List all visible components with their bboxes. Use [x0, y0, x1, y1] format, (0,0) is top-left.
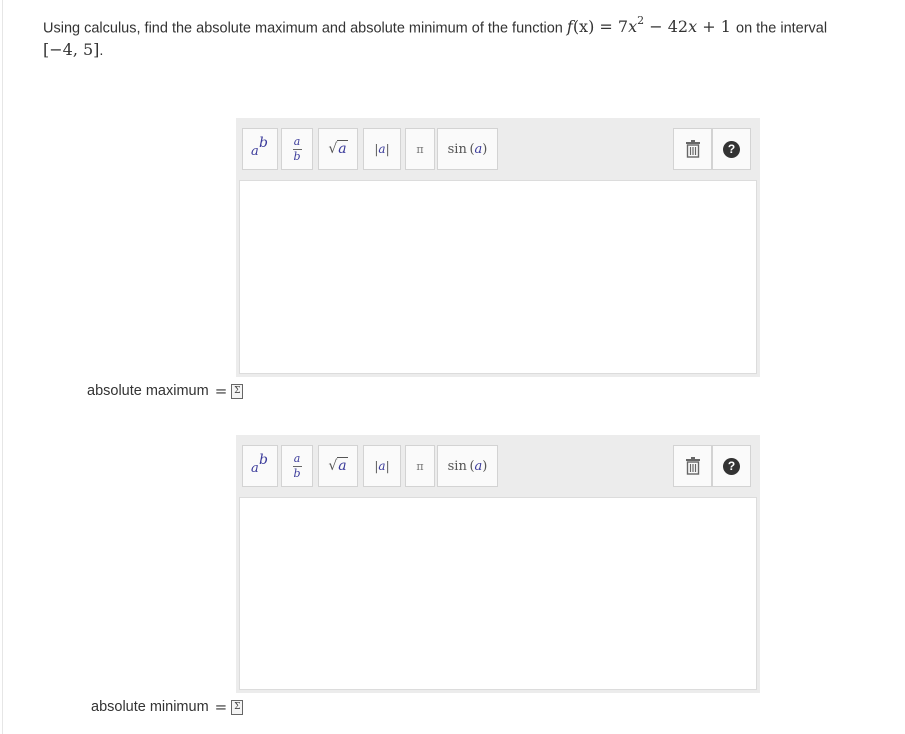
- sin-icon: sin (a): [447, 141, 488, 157]
- fraction-button[interactable]: a b: [281, 445, 313, 487]
- min-answer-input[interactable]: [239, 497, 757, 690]
- help-icon: ?: [723, 457, 740, 475]
- min-answer-editor: a b a b √a |a| π sin (a) ?: [236, 435, 760, 693]
- help-button[interactable]: ?: [712, 128, 751, 170]
- help-button[interactable]: ?: [712, 445, 751, 487]
- sqrt-icon: √a: [328, 140, 348, 157]
- equation-icon[interactable]: Σ: [231, 699, 244, 715]
- superscript-icon: a b: [251, 452, 268, 476]
- abs-icon: |a|: [374, 142, 390, 156]
- fraction-button[interactable]: a b: [281, 128, 313, 170]
- interval-expression: [−4, 5]: [43, 40, 100, 60]
- equation-icon[interactable]: Σ: [231, 383, 244, 399]
- trash-icon: [685, 140, 700, 158]
- sqrt-button[interactable]: √a: [318, 128, 358, 170]
- superscript-icon: a b: [251, 135, 268, 159]
- question-connector: on the interval: [736, 20, 828, 37]
- question-text: Using calculus, find the absolute maximu…: [43, 14, 828, 60]
- max-answer-label: absolute maximum = Σ: [87, 382, 244, 400]
- pi-icon: π: [416, 459, 424, 473]
- fraction-icon: a b: [292, 134, 302, 163]
- max-editor-toolbar: a b a b √a |a| π sin (a) ?: [236, 118, 760, 180]
- pi-button[interactable]: π: [405, 128, 435, 170]
- max-answer-input[interactable]: [239, 180, 757, 374]
- min-answer-label: absolute minimum = Σ: [91, 698, 244, 716]
- pi-icon: π: [416, 142, 424, 156]
- left-divider: [2, 0, 3, 734]
- function-expression: f(x) = 7x2 − 42x + 1: [566, 14, 731, 37]
- sqrt-icon: √a: [328, 457, 348, 474]
- min-editor-toolbar: a b a b √a |a| π sin (a) ?: [236, 435, 760, 497]
- clear-button[interactable]: [673, 128, 712, 170]
- question-intro: Using calculus, find the absolute maximu…: [43, 20, 563, 37]
- sin-button[interactable]: sin (a): [437, 445, 498, 487]
- superscript-button[interactable]: a b: [242, 128, 278, 170]
- sin-button[interactable]: sin (a): [437, 128, 498, 170]
- superscript-button[interactable]: a b: [242, 445, 278, 487]
- trash-icon: [685, 457, 700, 475]
- abs-icon: |a|: [374, 459, 390, 473]
- help-icon: ?: [723, 140, 740, 158]
- sqrt-button[interactable]: √a: [318, 445, 358, 487]
- pi-button[interactable]: π: [405, 445, 435, 487]
- abs-button[interactable]: |a|: [363, 128, 401, 170]
- abs-button[interactable]: |a|: [363, 445, 401, 487]
- clear-button[interactable]: [673, 445, 712, 487]
- fraction-icon: a b: [292, 451, 302, 480]
- sin-icon: sin (a): [447, 458, 488, 474]
- page: Using calculus, find the absolute maximu…: [0, 0, 905, 734]
- max-answer-editor: a b a b √a |a| π sin (a) ?: [236, 118, 760, 377]
